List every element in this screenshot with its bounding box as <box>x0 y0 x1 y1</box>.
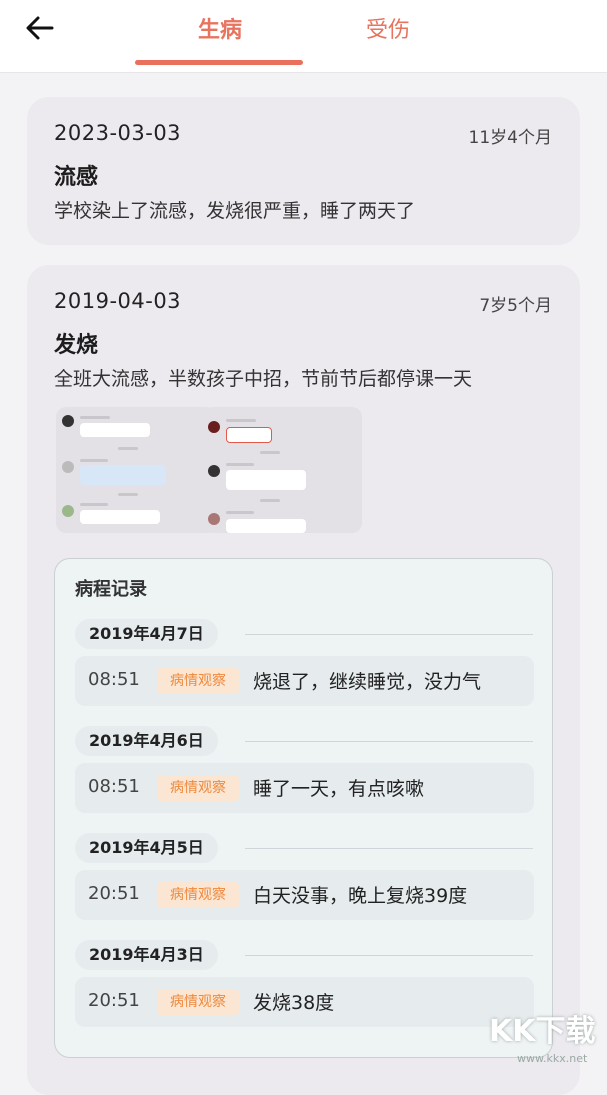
avatar <box>208 465 220 477</box>
chat-name <box>226 463 254 466</box>
course-entry[interactable]: 20:51 病情观察 发烧38度 <box>75 977 534 1027</box>
record-date: 2023-03-03 <box>54 121 182 145</box>
entry-tag: 病情观察 <box>157 668 239 694</box>
illness-record-card[interactable]: 2019-04-03 7岁5个月 发烧 全班大流感，半数孩子中招，节前节后都停课… <box>27 265 580 1095</box>
divider <box>245 634 533 635</box>
entry-time: 20:51 <box>88 990 140 1011</box>
active-tab-indicator <box>135 60 303 65</box>
record-age: 7岁5个月 <box>479 296 552 316</box>
entry-text: 睡了一天，有点咳嗽 <box>253 778 425 800</box>
course-day-label: 2019年4月7日 <box>75 619 218 649</box>
attachment-thumbnail[interactable] <box>202 407 362 533</box>
entry-text: 发烧38度 <box>253 992 335 1014</box>
chat-bubble <box>226 427 272 443</box>
chat-bubble <box>226 470 306 490</box>
course-day-label: 2019年4月6日 <box>75 726 218 756</box>
back-arrow-icon[interactable] <box>22 12 58 44</box>
record-date: 2019-04-03 <box>54 289 182 313</box>
top-bar: 生病 受伤 <box>0 0 607 73</box>
chat-name <box>226 511 254 514</box>
avatar <box>62 415 74 427</box>
course-record-panel: 病程记录 2019年4月7日 08:51 病情观察 烧退了，继续睡觉，没力气 2… <box>54 558 553 1058</box>
chat-name <box>80 416 110 419</box>
record-age: 11岁4个月 <box>468 128 552 148</box>
chat-name <box>226 419 256 422</box>
avatar <box>208 421 220 433</box>
chat-bubble <box>80 465 166 485</box>
avatar <box>208 513 220 525</box>
entry-tag: 病情观察 <box>157 775 239 801</box>
watermark-logo: KK下载 www.kkx.net <box>483 1006 603 1076</box>
course-day-label: 2019年4月5日 <box>75 833 218 863</box>
entry-time: 08:51 <box>88 776 140 797</box>
course-record-title: 病程记录 <box>75 579 147 600</box>
illness-record-card[interactable]: 2023-03-03 11岁4个月 流感 学校染上了流感，发烧很严重，睡了两天了 <box>27 97 580 245</box>
tab-sick[interactable]: 生病 <box>160 12 280 44</box>
entry-time: 08:51 <box>88 669 140 690</box>
divider <box>245 955 533 956</box>
avatar <box>62 505 74 517</box>
entry-tag: 病情观察 <box>157 989 239 1015</box>
course-entry[interactable]: 08:51 病情观察 烧退了，继续睡觉，没力气 <box>75 656 534 706</box>
chat-time <box>260 499 280 502</box>
course-entry[interactable]: 08:51 病情观察 睡了一天，有点咳嗽 <box>75 763 534 813</box>
divider <box>245 741 533 742</box>
record-title: 流感 <box>54 165 99 190</box>
chat-bubble <box>226 519 306 533</box>
divider <box>245 848 533 849</box>
avatar <box>62 461 74 473</box>
chat-bubble <box>80 510 160 524</box>
entry-text: 烧退了，继续睡觉，没力气 <box>253 671 482 693</box>
entry-text: 白天没事，晚上复烧39度 <box>253 885 468 907</box>
chat-time <box>118 493 138 496</box>
entry-time: 20:51 <box>88 883 140 904</box>
record-description: 全班大流感，半数孩子中招，节前节后都停课一天 <box>54 368 473 390</box>
course-day-label: 2019年4月3日 <box>75 940 218 970</box>
record-description: 学校染上了流感，发烧很严重，睡了两天了 <box>54 200 416 222</box>
chat-name <box>80 459 108 462</box>
watermark-text: KK下载 <box>489 1014 596 1049</box>
watermark-url: www.kkx.net <box>517 1052 588 1065</box>
course-entry[interactable]: 20:51 病情观察 白天没事，晚上复烧39度 <box>75 870 534 920</box>
chat-name <box>80 503 108 506</box>
entry-tag: 病情观察 <box>157 882 239 908</box>
tab-injury[interactable]: 受伤 <box>328 12 448 44</box>
chat-bubble <box>80 423 150 437</box>
attachment-thumbnail[interactable] <box>56 407 216 533</box>
record-title: 发烧 <box>54 333 99 358</box>
chat-time <box>260 451 280 454</box>
chat-time <box>118 447 138 450</box>
